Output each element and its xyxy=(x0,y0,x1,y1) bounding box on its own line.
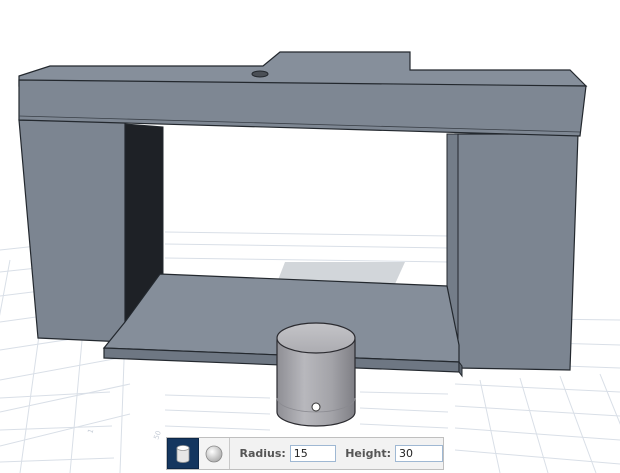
cylinder-anchor-point[interactable] xyxy=(311,402,321,412)
cylinder-shape-button[interactable] xyxy=(167,438,199,469)
cylinder-object[interactable] xyxy=(276,322,356,427)
right-pillar-front xyxy=(454,133,579,371)
sphere-icon xyxy=(205,445,223,462)
shape-toolbar: Radius: Height: xyxy=(166,437,444,470)
cylinder-icon xyxy=(176,444,190,463)
height-input[interactable] xyxy=(395,445,443,462)
svg-text:1: 1 xyxy=(86,428,95,435)
svg-text:50: 50 xyxy=(152,430,163,441)
sphere-shape-button[interactable] xyxy=(198,438,231,469)
radius-label: Radius: xyxy=(239,447,286,460)
height-label: Height: xyxy=(345,447,391,460)
left-pillar-front xyxy=(18,119,126,343)
3d-viewport[interactable]: 1 50 0 xyxy=(0,0,620,473)
top-hole xyxy=(251,70,269,78)
radius-input[interactable] xyxy=(289,445,336,462)
